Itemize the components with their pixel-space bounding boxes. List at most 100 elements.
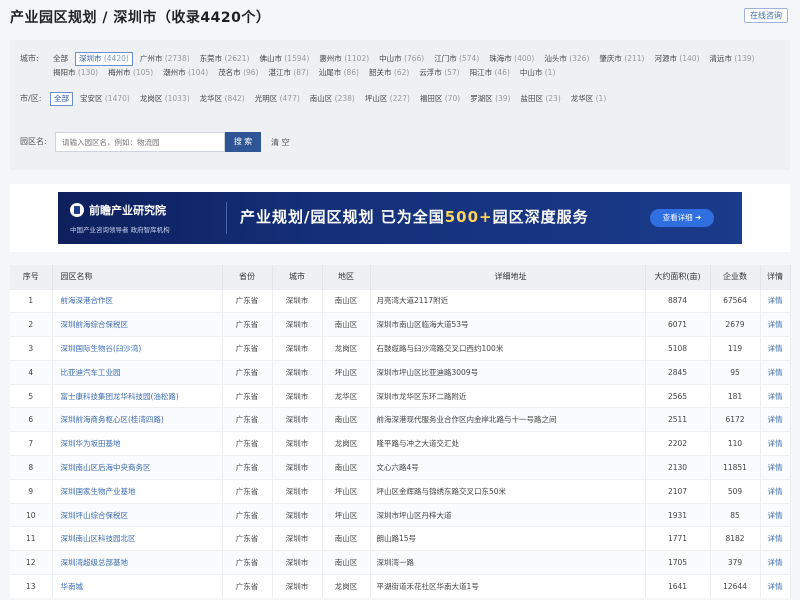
city-option[interactable]: 中山市 (766) [376,52,427,66]
table-row: 1 前海深港合作区 广东省 深圳市 南山区 月亮湾大道2117附近 8874 67564 详情 [10,288,791,313]
cell-park-name[interactable]: 深圳南山区科技园北区 [52,526,223,551]
cell-details[interactable]: 详情 [760,407,791,432]
cell-park-name[interactable]: 富士康科技集团龙华科技园(油松路) [52,383,223,408]
cell-park-name[interactable]: 深圳国家生物产业基地 [52,478,223,504]
cell-address: 平湖街道禾花社区华南大道1号 [370,574,646,599]
city-option[interactable]: 惠州市 (1102) [316,52,372,66]
cell-details[interactable]: 详情 [760,312,791,337]
cell-park-name[interactable]: 深圳前海商务枢心区(桂湾四路) [52,407,223,432]
city-option[interactable]: 潮州市 (104) [160,66,211,80]
column-header-district: 地区 [322,265,371,289]
banner-view-details-button[interactable]: 查看详细 ➜ [650,209,714,227]
district-option[interactable]: 南山区 (238) [307,92,358,106]
cell-details[interactable]: 详情 [760,574,791,599]
banner-headline: 产业规划/园区规划 已为全国500+园区深度服务 [240,206,589,227]
cell-park-name[interactable]: 比亚迪汽车工业园 [52,359,223,385]
city-option[interactable]: 中山市 (1) [517,66,559,80]
column-header-address: 详细地址 [370,265,646,289]
district-filter-label: 市/区: [20,94,42,103]
city-option[interactable]: 韶关市 (62) [366,66,412,80]
city-option[interactable]: 汕头市 (326) [541,52,592,66]
cell-district: 坪山区 [322,478,371,504]
district-option[interactable]: 龙华区 (842) [197,92,248,106]
online-consult-button[interactable]: 在线咨询 [744,8,788,23]
cell-province: 广东省 [222,431,273,456]
cell-park-name[interactable]: 深圳湾超级总部基地 [52,550,223,575]
cell-company-count: 95 [710,359,761,385]
city-option-name: 云浮市 [419,68,442,77]
district-option[interactable]: 盐田区 (23) [517,92,563,106]
city-option-name: 珠海市 [489,54,512,63]
ad-banner[interactable]: 前瞻产业研究院 中国产业咨询领导者 政府智库机构 产业规划/园区规划 已为全国5… [58,192,742,244]
table-row: 9 深圳国家生物产业基地 广东省 深圳市 坪山区 坪山区金辉路与锦绣东路交叉口东50米 21… [10,478,791,504]
city-option[interactable]: 湛江市 (87) [265,66,311,80]
cell-details[interactable]: 详情 [760,526,791,551]
cell-details[interactable]: 详情 [760,359,791,385]
city-option-count: (2738) [162,54,190,63]
cell-details[interactable]: 详情 [760,288,791,313]
city-option[interactable]: 珠海市 (400) [486,52,537,66]
cell-city: 深圳市 [272,455,323,480]
district-option[interactable]: 龙华区 (1) [568,92,610,106]
district-option-count: (1) [593,94,607,103]
cell-details[interactable]: 详情 [760,502,791,527]
cell-park-name[interactable]: 深圳国际生物谷(臼沙湾) [52,336,223,361]
cell-park-name[interactable]: 华南城 [52,574,223,599]
column-header-company-count: 企业数 [710,265,761,289]
district-option[interactable]: 罗湖区 (39) [467,92,513,106]
city-option[interactable]: 肇庆市 (211) [596,52,647,66]
district-option[interactable]: 龙岗区 (1033) [137,92,193,106]
cell-province: 广东省 [222,336,273,361]
city-option-name: 东莞市 [199,54,223,63]
cell-district: 南山区 [322,526,371,551]
cell-details[interactable]: 详情 [760,478,791,504]
city-option[interactable]: 东莞市 (2621) [197,52,253,66]
district-option-count: (39) [492,94,511,103]
district-option-name: 坪山区 [364,94,388,103]
city-option[interactable]: 梅州市 (105) [105,66,156,80]
cell-city: 深圳市 [272,288,323,313]
cell-park-name[interactable]: 深圳南山区后海中央商务区 [52,455,223,480]
clear-button[interactable]: 清 空 [271,137,290,148]
city-option-name: 阳江市 [469,68,493,77]
district-option[interactable]: 坪山区 (227) [362,92,413,106]
city-option[interactable]: 云浮市 (57) [416,66,462,80]
city-option[interactable]: 广州市 (2738) [137,52,193,66]
cell-details[interactable]: 详情 [760,550,791,575]
park-search-input[interactable] [55,132,225,152]
city-option-name: 惠州市 [319,54,342,63]
table-row: 10 深圳坪山综合保税区 广东省 深圳市 坪山区 深圳市坪山区丹梓大道 1931 85 详情 [10,502,791,527]
city-option[interactable]: 清远市 (139) [707,52,758,66]
banner-subtitle: 中国产业咨询领导者 政府智库机构 [70,226,170,234]
cell-area: 2130 [645,455,711,480]
city-option-name: 汕头市 [544,54,567,63]
cell-details[interactable]: 详情 [760,336,791,361]
district-option[interactable]: 光明区 (477) [252,92,303,106]
cell-details[interactable]: 详情 [760,383,791,408]
cell-province: 广东省 [222,359,273,385]
cell-park-name[interactable]: 深圳坪山综合保税区 [52,502,223,527]
cell-park-name[interactable]: 前海深港合作区 [52,288,223,313]
cell-details[interactable]: 详情 [760,431,791,456]
city-option[interactable]: 阳江市 (46) [467,66,513,80]
cell-park-name[interactable]: 深圳华为坂田基地 [52,431,223,456]
city-option[interactable]: 茂名市 (96) [215,66,261,80]
city-option[interactable]: 江门市 (574) [431,52,482,66]
city-option[interactable]: 河源市 (140) [651,52,702,66]
cell-city: 深圳市 [272,336,323,361]
city-option[interactable]: 揭阳市 (130) [50,66,101,80]
district-option[interactable]: 宝安区 (1470) [77,92,133,106]
city-option[interactable]: 佛山市 (1594) [256,52,312,66]
district-option[interactable]: 福田区 (70) [417,92,463,106]
search-button[interactable]: 搜 索 [225,132,261,152]
city-option-name: 深圳市 [79,54,102,63]
district-option[interactable]: 全部 [50,92,73,106]
city-option[interactable]: 深圳市 (4420) [75,52,133,66]
city-option[interactable]: 全部 [50,52,71,66]
cell-park-name[interactable]: 深圳前海综合保税区 [52,312,223,337]
district-options: 全部 宝安区 (1470) 龙岗区 (1033) 龙华区 (842) 光明区 (477)… [50,92,770,106]
city-option-name: 茂名市 [218,68,241,77]
cell-details[interactable]: 详情 [760,455,791,480]
city-option[interactable]: 汕尾市 (86) [316,66,362,80]
city-option-name: 全部 [53,54,68,63]
